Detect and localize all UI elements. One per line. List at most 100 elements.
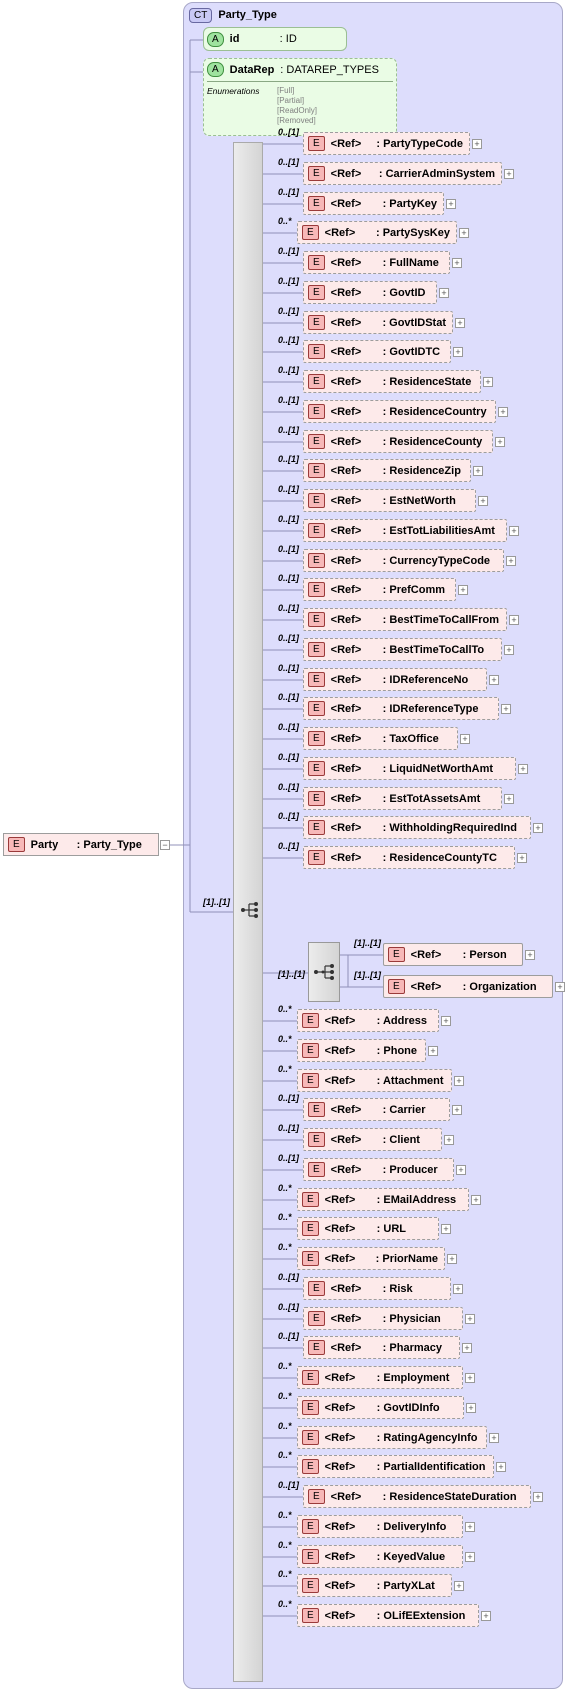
expand-icon[interactable]: + [465,1314,475,1324]
element-party-key[interactable]: E <Ref>: PartyKey [303,192,444,215]
element-best-time-to-call-to[interactable]: E <Ref>: BestTimeToCallTo [303,638,502,661]
element-physician[interactable]: E <Ref>: Physician [303,1307,463,1330]
element-person[interactable]: E <Ref>: Person [383,943,523,966]
expand-icon[interactable]: + [496,1462,506,1472]
expand-icon[interactable]: + [447,1254,457,1264]
expand-icon[interactable]: + [489,1433,499,1443]
expand-icon[interactable]: + [465,1552,475,1562]
expand-icon[interactable]: + [452,1105,462,1115]
element-carrier-admin-system[interactable]: E <Ref>: CarrierAdminSystem [303,162,502,185]
expand-icon[interactable]: + [466,1403,476,1413]
element-url[interactable]: E <Ref>: URL [297,1217,439,1240]
expand-icon[interactable]: + [504,169,514,179]
element-party-type-code[interactable]: E <Ref>: PartyTypeCode [303,132,470,155]
expand-icon[interactable]: + [471,1195,481,1205]
element-est-tot-liabilities-amt[interactable]: E <Ref>: EstTotLiabilitiesAmt [303,519,507,542]
element-prior-name[interactable]: E <Ref>: PriorName [297,1247,445,1270]
expand-icon[interactable]: + [472,139,482,149]
expand-icon[interactable]: + [458,585,468,595]
expand-icon[interactable]: + [533,823,543,833]
expand-icon[interactable]: + [495,437,505,447]
expand-icon[interactable]: + [504,645,514,655]
element-party-sys-key[interactable]: E <Ref>: PartySysKey [297,221,457,244]
element-organization[interactable]: E <Ref>: Organization [383,975,553,998]
element-pharmacy[interactable]: E <Ref>: Pharmacy [303,1336,460,1359]
element-govt-idtc[interactable]: E <Ref>: GovtIDTC [303,340,451,363]
expand-icon[interactable]: + [453,347,463,357]
element-delivery-info[interactable]: E <Ref>: DeliveryInfo [297,1515,463,1538]
expand-icon[interactable]: + [456,1165,466,1175]
expand-icon[interactable]: + [441,1016,451,1026]
expand-icon[interactable]: + [439,288,449,298]
expand-icon[interactable]: + [509,615,519,625]
element-residence-country[interactable]: E <Ref>: ResidenceCountry [303,400,496,423]
element-client[interactable]: E <Ref>: Client [303,1128,442,1151]
element-withholding-required-ind[interactable]: E <Ref>: WithholdingRequiredInd [303,816,531,839]
element-attachment[interactable]: E <Ref>: Attachment [297,1069,452,1092]
expand-icon[interactable]: + [517,853,527,863]
collapse-icon[interactable]: − [160,840,170,850]
element-residence-county-tc[interactable]: E <Ref>: ResidenceCountyTC [303,846,515,869]
expand-icon[interactable]: + [465,1373,475,1383]
element-party-xlat[interactable]: E <Ref>: PartyXLat [297,1574,452,1597]
expand-icon[interactable]: + [462,1343,472,1353]
element-name: : DeliveryInfo [376,1520,447,1533]
element-carrier[interactable]: E <Ref>: Carrier [303,1098,450,1121]
element-currency-type-code[interactable]: E <Ref>: CurrencyTypeCode [303,549,504,572]
element-olif-eextension[interactable]: E <Ref>: OLifEExtension [297,1604,479,1627]
expand-icon[interactable]: + [460,734,470,744]
expand-icon[interactable]: + [481,1611,491,1621]
expand-icon[interactable]: + [465,1522,475,1532]
element-residence-state-duration[interactable]: E <Ref>: ResidenceStateDuration [303,1485,531,1508]
expand-icon[interactable]: + [489,675,499,685]
element-govt-idinfo[interactable]: E <Ref>: GovtIDInfo [297,1396,464,1419]
element-tax-office[interactable]: E <Ref>: TaxOffice [303,727,458,750]
expand-icon[interactable]: + [454,1076,464,1086]
element-producer[interactable]: E <Ref>: Producer [303,1158,454,1181]
element-risk[interactable]: E <Ref>: Risk [303,1277,451,1300]
expand-icon[interactable]: + [452,258,462,268]
expand-icon[interactable]: + [459,228,469,238]
expand-icon[interactable]: + [509,526,519,536]
expand-icon[interactable]: + [501,704,511,714]
element-rating-agency-info[interactable]: E <Ref>: RatingAgencyInfo [297,1426,487,1449]
element-residence-zip[interactable]: E <Ref>: ResidenceZip [303,459,471,482]
expand-icon[interactable]: + [555,982,565,992]
expand-icon[interactable]: + [453,1284,463,1294]
root-element-party[interactable]: E Party : Party_Type [3,833,159,856]
expand-icon[interactable]: + [525,950,535,960]
expand-icon[interactable]: + [518,764,528,774]
element-pref-comm[interactable]: E <Ref>: PrefComm [303,578,456,601]
element-residence-county[interactable]: E <Ref>: ResidenceCounty [303,430,493,453]
expand-icon[interactable]: + [483,377,493,387]
element-govt-id[interactable]: E <Ref>: GovtID [303,281,437,304]
element-phone[interactable]: E <Ref>: Phone [297,1039,426,1062]
element-partial-identification[interactable]: E <Ref>: PartialIdentification [297,1455,494,1478]
element-est-net-worth[interactable]: E <Ref>: EstNetWorth [303,489,476,512]
expand-icon[interactable]: + [478,496,488,506]
expand-icon[interactable]: + [498,407,508,417]
expand-icon[interactable]: + [441,1224,451,1234]
element-liquid-net-worth-amt[interactable]: E <Ref>: LiquidNetWorthAmt [303,757,516,780]
element-employment[interactable]: E <Ref>: Employment [297,1366,463,1389]
element-address[interactable]: E <Ref>: Address [297,1009,439,1032]
element-est-tot-assets-amt[interactable]: E <Ref>: EstTotAssetsAmt [303,787,502,810]
element-best-time-to-call-from[interactable]: E <Ref>: BestTimeToCallFrom [303,608,507,631]
element-govt-idstat[interactable]: E <Ref>: GovtIDStat [303,311,453,334]
expand-icon[interactable]: + [454,1581,464,1591]
expand-icon[interactable]: + [473,466,483,476]
element-name: : CurrencyTypeCode [382,554,491,567]
element-idreference-type[interactable]: E <Ref>: IDReferenceType [303,697,499,720]
expand-icon[interactable]: + [455,318,465,328]
element-residence-state[interactable]: E <Ref>: ResidenceState [303,370,481,393]
element-idreference-no[interactable]: E <Ref>: IDReferenceNo [303,668,487,691]
element-keyed-value[interactable]: E <Ref>: KeyedValue [297,1545,463,1568]
expand-icon[interactable]: + [444,1135,454,1145]
expand-icon[interactable]: + [506,556,516,566]
expand-icon[interactable]: + [446,199,456,209]
expand-icon[interactable]: + [533,1492,543,1502]
element-email-address[interactable]: E <Ref>: EMailAddress [297,1188,469,1211]
expand-icon[interactable]: + [428,1046,438,1056]
element-full-name[interactable]: E <Ref>: FullName [303,251,450,274]
expand-icon[interactable]: + [504,794,514,804]
